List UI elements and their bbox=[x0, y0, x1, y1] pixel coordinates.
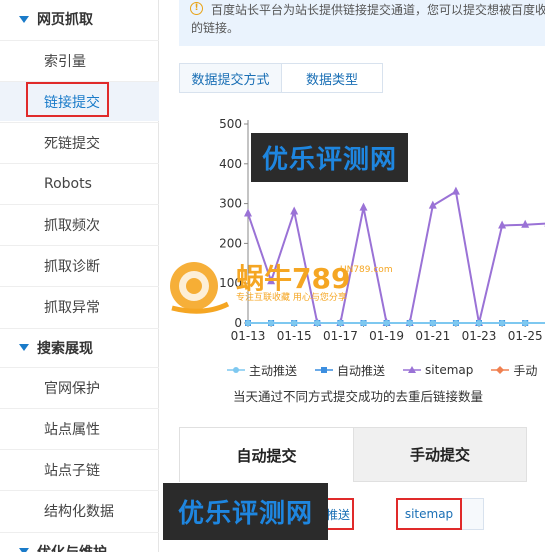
legend-item-active-push[interactable]: 主动推送 bbox=[227, 362, 297, 379]
legend-label: 自动推送 bbox=[337, 363, 386, 378]
active-item-highlight bbox=[26, 82, 109, 117]
sidebar-item-crawl-diagnosis[interactable]: 抓取诊断 bbox=[0, 245, 159, 285]
data-point-active-push bbox=[360, 320, 367, 326]
legend-label: 主动推送 bbox=[249, 363, 298, 378]
x-tick-label: 01-25 bbox=[508, 329, 543, 343]
sidebar-item-crawl-frequency[interactable]: 抓取频次 bbox=[0, 204, 159, 244]
data-point-active-push bbox=[337, 320, 344, 326]
collapse-arrow-icon bbox=[19, 344, 29, 351]
sidebar-item-crawl-errors[interactable]: 抓取异常 bbox=[0, 286, 159, 326]
collapse-arrow-icon bbox=[19, 548, 29, 552]
legend-label: 手动 bbox=[513, 363, 538, 378]
data-point-active-push bbox=[499, 320, 506, 326]
logo-slogan: 专注互联收藏 用心与您分享 bbox=[236, 291, 347, 303]
watermark-bottom: 优乐评测网 bbox=[163, 483, 328, 540]
sidebar-item-label: 结构化数据 bbox=[44, 503, 114, 520]
legend-label: sitemap bbox=[425, 363, 474, 377]
x-tick-label: 01-13 bbox=[231, 329, 266, 343]
info-notice: ! 百度站长平台为站长提供链接提交通道，您可以提交想被百度收 的链接。 bbox=[179, 0, 545, 46]
sidebar-item-label: 抓取频次 bbox=[44, 217, 100, 234]
x-tick-label: 01-19 bbox=[369, 329, 404, 343]
sidebar-item-structured-data[interactable]: 结构化数据 bbox=[0, 490, 159, 530]
y-tick-label: 500 bbox=[219, 117, 242, 131]
data-point-active-push bbox=[245, 320, 251, 326]
section-label: 搜索展现 bbox=[37, 340, 93, 357]
data-point-active-push bbox=[291, 320, 298, 326]
data-point-active-push bbox=[522, 320, 529, 326]
x-tick-label: 01-17 bbox=[323, 329, 358, 343]
legend-item-auto-push[interactable]: 自动推送 bbox=[315, 362, 385, 379]
tab-auto-submit[interactable]: 自动提交 bbox=[179, 427, 353, 482]
sidebar: 网页抓取 索引量 链接提交 死链提交 Robots 抓取频次 抓取诊断 抓取异常… bbox=[0, 0, 159, 552]
x-tick-label: 01-21 bbox=[415, 329, 450, 343]
x-tick-label: 01-23 bbox=[462, 329, 497, 343]
legend-item-manual[interactable]: 手动 bbox=[491, 362, 537, 379]
sidebar-item-robots[interactable]: Robots bbox=[0, 163, 159, 203]
data-point-active-push bbox=[452, 320, 459, 326]
tab-sitemap[interactable]: sitemap bbox=[396, 498, 462, 530]
tab-sitemap-extension bbox=[462, 498, 484, 530]
section-label: 优化与维护 bbox=[37, 542, 107, 552]
sidebar-item-label: Robots bbox=[44, 175, 92, 192]
data-point-active-push bbox=[383, 320, 390, 326]
data-point-sitemap bbox=[451, 186, 460, 195]
legend-marker bbox=[491, 366, 510, 374]
data-point-sitemap bbox=[244, 208, 252, 217]
tab-gap bbox=[354, 496, 396, 532]
legend-marker bbox=[403, 366, 422, 373]
sidebar-item-label: 站点子链 bbox=[44, 462, 100, 479]
sidebar-item-site-attributes[interactable]: 站点属性 bbox=[0, 408, 159, 448]
submit-mode-tabs: 自动提交 手动提交 bbox=[179, 427, 527, 482]
y-tick-label: 200 bbox=[219, 236, 242, 250]
sidebar-item-index[interactable]: 索引量 bbox=[0, 40, 159, 80]
sidebar-item-label: 官网保护 bbox=[44, 380, 100, 397]
section-crawl[interactable]: 网页抓取 bbox=[0, 0, 159, 38]
x-tick-label: 01-15 bbox=[277, 329, 312, 343]
chart-caption: 当天通过不同方式提交成功的去重后链接数量 bbox=[233, 389, 484, 404]
data-point-active-push bbox=[476, 320, 482, 326]
data-point-active-push bbox=[429, 320, 436, 326]
section-label: 网页抓取 bbox=[37, 12, 93, 28]
y-tick-label: 400 bbox=[219, 157, 242, 171]
legend-marker bbox=[315, 367, 334, 373]
sidebar-item-label: 死链提交 bbox=[44, 135, 100, 152]
section-display[interactable]: 搜索展现 bbox=[0, 328, 159, 366]
sidebar-item-label: 抓取诊断 bbox=[44, 258, 100, 275]
data-point-active-push bbox=[406, 320, 413, 326]
data-tabs: 数据提交方式 数据类型 bbox=[179, 63, 383, 93]
data-point-sitemap bbox=[290, 206, 299, 215]
watermark-top: 优乐评测网 bbox=[251, 133, 408, 182]
snail-logo-watermark: 蜗牛789 UN789.com 专注互联收藏 用心与您分享 bbox=[170, 262, 393, 314]
page: 网页抓取 索引量 链接提交 死链提交 Robots 抓取频次 抓取诊断 抓取异常… bbox=[0, 0, 545, 552]
sidebar-item-label: 站点属性 bbox=[44, 421, 100, 438]
tab-data-type[interactable]: 数据类型 bbox=[282, 63, 383, 93]
info-icon: ! bbox=[190, 2, 203, 15]
data-point-active-push bbox=[268, 320, 275, 326]
tab-manual-submit[interactable]: 手动提交 bbox=[353, 427, 527, 482]
chart-legend: 主动推送 自动推送 sitemap 手动 bbox=[227, 362, 545, 378]
sidebar-item-deadlink[interactable]: 死链提交 bbox=[0, 122, 159, 162]
tab-submit-method[interactable]: 数据提交方式 bbox=[179, 63, 282, 93]
data-point-active-push bbox=[314, 320, 321, 326]
sidebar-item-label: 抓取异常 bbox=[44, 299, 100, 316]
sidebar-item-sitelinks[interactable]: 站点子链 bbox=[0, 449, 159, 489]
legend-item-sitemap[interactable]: sitemap bbox=[403, 363, 473, 377]
y-tick-label: 300 bbox=[219, 197, 242, 211]
data-point-sitemap bbox=[359, 202, 368, 211]
sidebar-item-label: 索引量 bbox=[44, 53, 86, 70]
logo-name: 蜗牛789 bbox=[236, 262, 350, 295]
logo-domain: UN789.com bbox=[340, 265, 393, 275]
section-optimize[interactable]: 优化与维护 bbox=[0, 532, 159, 552]
notice-line-2: 的链接。 bbox=[191, 21, 240, 35]
sidebar-item-official-protect[interactable]: 官网保护 bbox=[0, 367, 159, 407]
collapse-arrow-icon bbox=[19, 15, 29, 23]
legend-marker bbox=[227, 367, 245, 373]
notice-line-1: 百度站长平台为站长提供链接提交通道，您可以提交想被百度收 bbox=[211, 3, 545, 17]
